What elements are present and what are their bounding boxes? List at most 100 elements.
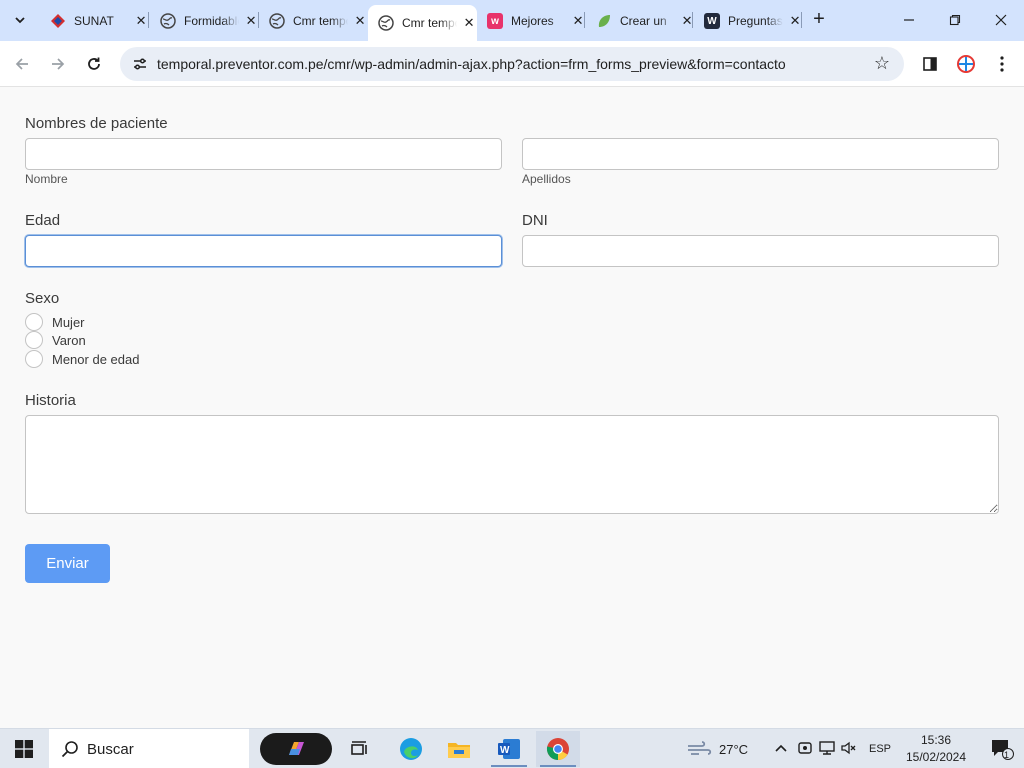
sex-option-mujer[interactable]: Mujer [25, 313, 85, 331]
tab-title: Cmr temporal [293, 14, 348, 28]
windows-logo-icon [15, 740, 33, 758]
wix-w-icon: w [487, 13, 503, 29]
windy-weather-icon [688, 741, 712, 755]
taskbar-search-box[interactable]: Buscar [49, 729, 249, 768]
dni-label: DNI [522, 212, 548, 229]
sunat-icon [50, 13, 66, 29]
tab-search-button[interactable] [8, 8, 32, 32]
arrow-left-icon [15, 58, 28, 70]
history-textarea[interactable] [25, 415, 999, 514]
file-explorer-button[interactable] [437, 731, 481, 767]
folder-icon [448, 743, 470, 758]
leaf-icon [596, 13, 612, 29]
history-label: Historia [25, 392, 76, 409]
tray-icons: ESP [772, 729, 891, 768]
copilot-icon [289, 742, 304, 755]
weather-widget[interactable]: 27°C [686, 729, 748, 768]
browser-toolbar: temporal.preventor.com.pe/cmr/wp-admin/a… [0, 41, 1024, 87]
site-settings-button[interactable] [128, 52, 152, 76]
edge-app-button[interactable] [389, 731, 433, 767]
tab-sunat[interactable]: SUNAT ✕ [40, 6, 149, 36]
notification-count: 1 [1004, 750, 1010, 760]
copilot-button[interactable] [260, 733, 332, 765]
minimize-button[interactable] [886, 0, 932, 40]
tune-icon [134, 58, 146, 70]
side-panel-button[interactable] [916, 50, 944, 78]
url-text[interactable]: temporal.preventor.com.pe/cmr/wp-admin/a… [157, 56, 786, 72]
globe-icon [378, 15, 394, 31]
meet-now-icon[interactable] [794, 741, 816, 758]
clock-date: 15/02/2024 [905, 750, 967, 764]
edge-icon [400, 738, 422, 760]
notification-icon [992, 740, 1014, 760]
browser-tab-strip: SUNAT ✕ Formidable ✕ Cmr temporal ✕ Cmr … [0, 0, 1024, 41]
restore-icon [949, 14, 961, 26]
first-name-input[interactable] [25, 138, 502, 170]
start-button[interactable] [2, 731, 46, 767]
notifications-button[interactable]: 1 [980, 731, 1024, 767]
sex-option-varon[interactable]: Varon [25, 331, 86, 349]
word-icon: W [498, 739, 520, 759]
tab-preguntas[interactable]: W Preguntas ✕ [694, 6, 803, 36]
last-name-input[interactable] [522, 138, 999, 170]
submit-button[interactable]: Enviar [25, 544, 110, 583]
tab-title: Cmr temporal [402, 16, 457, 30]
language-indicator[interactable]: ESP [869, 743, 891, 755]
wordpress-w-icon: W [704, 13, 720, 29]
last-name-sublabel: Apellidos [522, 172, 571, 186]
radio-label: Mujer [52, 314, 85, 330]
tab-cmr-temporal-active[interactable]: Cmr temporal ✕ [368, 5, 477, 41]
radio-button[interactable] [25, 331, 43, 349]
tab-title: Mejores [511, 14, 554, 28]
tab-title: SUNAT [74, 14, 114, 28]
forward-button[interactable] [44, 50, 72, 78]
close-icon[interactable]: ✕ [461, 15, 477, 31]
radio-button[interactable] [25, 313, 43, 331]
kebab-menu-icon [1000, 56, 1004, 72]
weather-temperature: 27°C [719, 741, 749, 757]
close-icon[interactable]: ✕ [352, 13, 368, 29]
side-panel-icon [923, 57, 937, 71]
back-button[interactable] [8, 50, 36, 78]
reload-button[interactable] [80, 50, 108, 78]
system-clock[interactable]: 15:36 15/02/2024 [900, 732, 972, 766]
new-tab-button[interactable]: + [808, 9, 830, 31]
network-icon[interactable] [816, 740, 838, 758]
task-view-icon [351, 741, 367, 755]
radio-label: Menor de edad [52, 351, 140, 367]
age-input[interactable] [25, 235, 502, 267]
word-app-button[interactable]: W [487, 731, 531, 767]
bookmark-star-icon[interactable]: ☆ [874, 53, 890, 74]
tab-title: Crear un [620, 14, 667, 28]
svg-text:W: W [500, 745, 510, 756]
windows-taskbar: Buscar W 27°C ESP 15:36 15/02/2024 1 [0, 728, 1024, 768]
radio-button[interactable] [25, 350, 43, 368]
close-window-button[interactable] [978, 0, 1024, 40]
search-placeholder: Buscar [87, 740, 134, 758]
arrow-right-icon [52, 58, 65, 70]
tab-crear[interactable]: Crear un ✕ [586, 6, 695, 36]
search-icon [61, 741, 78, 758]
globe-icon [160, 13, 176, 29]
restore-button[interactable] [932, 0, 978, 40]
address-bar[interactable]: temporal.preventor.com.pe/cmr/wp-admin/a… [120, 47, 904, 81]
sex-option-menor[interactable]: Menor de edad [25, 350, 139, 368]
volume-muted-icon[interactable] [838, 741, 860, 758]
age-label: Edad [25, 212, 61, 229]
radio-label: Varon [52, 332, 86, 348]
close-icon[interactable]: ✕ [243, 13, 259, 29]
chevron-down-icon [15, 17, 25, 24]
profile-extension-button[interactable] [952, 50, 980, 78]
chrome-app-button[interactable] [536, 731, 580, 767]
tab-formidable[interactable]: Formidable ✕ [150, 6, 259, 36]
chevron-up-icon[interactable] [772, 742, 790, 756]
tab-cmr-temporal[interactable]: Cmr temporal ✕ [259, 6, 368, 36]
tab-title: Preguntas [728, 14, 783, 28]
tab-mejores[interactable]: w Mejores ✕ [477, 6, 586, 36]
dni-input[interactable] [522, 235, 999, 267]
browser-menu-button[interactable] [988, 50, 1016, 78]
close-icon[interactable]: ✕ [133, 13, 149, 29]
task-view-button[interactable] [338, 731, 382, 767]
sex-label: Sexo [25, 290, 60, 307]
form-page: Nombres de paciente Nombre Apellidos Eda… [0, 88, 1024, 728]
